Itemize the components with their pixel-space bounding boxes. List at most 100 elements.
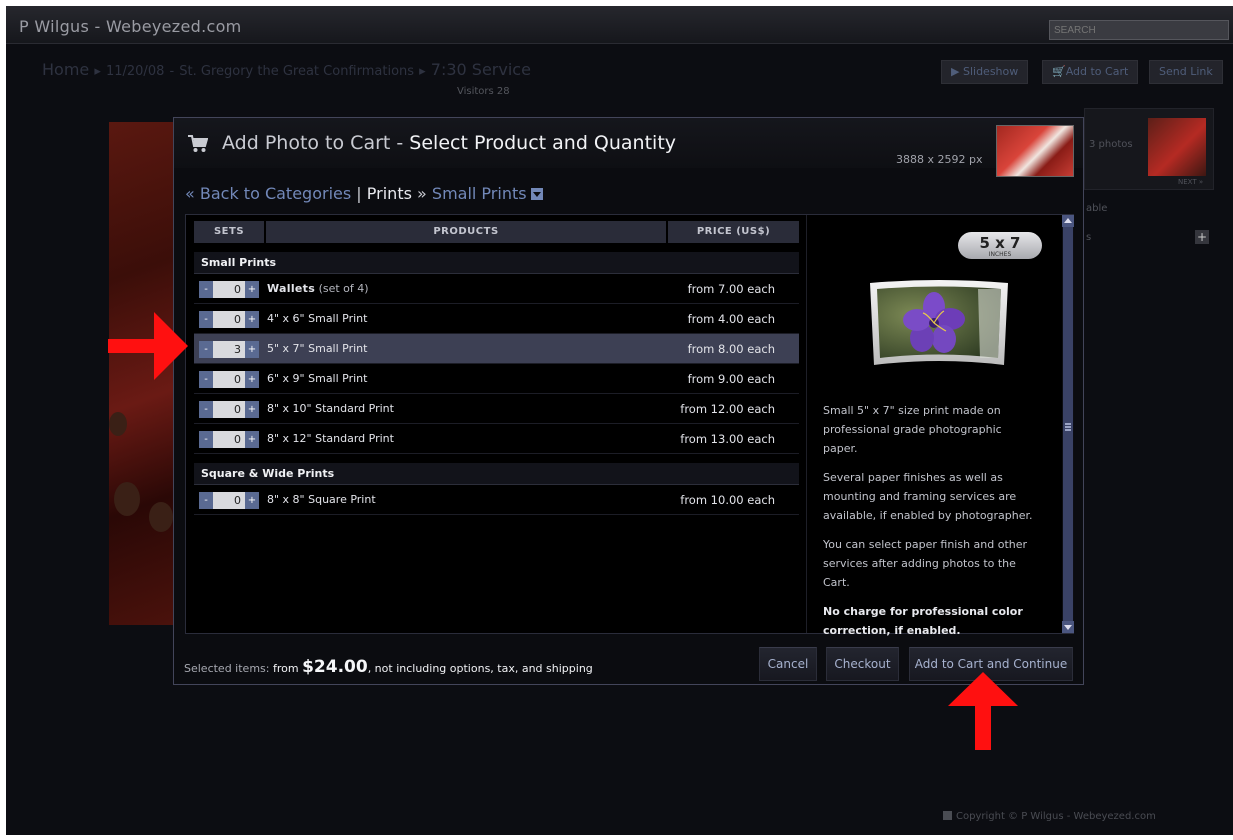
product-row[interactable]: -3 +5" x 7" Small Print from 8.00 each <box>194 334 799 364</box>
dropdown-icon[interactable] <box>530 188 543 200</box>
quantity-input[interactable]: 0 <box>213 492 245 509</box>
increment-button[interactable]: + <box>245 431 259 448</box>
decrement-button[interactable]: - <box>199 492 213 509</box>
quantity-stepper[interactable]: -0 + <box>199 401 259 418</box>
product-name: 6" x 9" Small Print <box>267 372 368 385</box>
add-to-cart-dialog: Add Photo to Cart - Select Product and Q… <box>173 117 1084 685</box>
quantity-stepper[interactable]: -0 + <box>199 281 259 298</box>
slideshow-button[interactable]: ▶ Slideshow <box>941 60 1029 84</box>
quantity-input[interactable]: 0 <box>213 431 245 448</box>
product-name: 4" x 6" Small Print <box>267 312 368 325</box>
nav-divider: | <box>356 184 362 203</box>
increment-button[interactable]: + <box>245 371 259 388</box>
product-group-header: Small Prints <box>194 252 799 274</box>
breadcrumb-separator: ▸ <box>419 64 426 79</box>
checkout-button[interactable]: Checkout <box>826 647 899 681</box>
quantity-input[interactable]: 0 <box>213 401 245 418</box>
column-products: PRODUCTS <box>266 221 666 243</box>
cart-icon: 🛒 <box>1052 65 1066 78</box>
product-detail: 5 x 7 INCHES Small 5" x 7" size print ma… <box>806 215 1056 637</box>
decrement-button[interactable]: - <box>199 371 213 388</box>
product-price: from 10.00 each <box>680 493 775 507</box>
product-row[interactable]: -0 +8" x 10" Standard Print from 12.00 eac… <box>194 394 799 424</box>
quantity-stepper[interactable]: -0 + <box>199 492 259 509</box>
product-price: from 7.00 each <box>687 282 775 296</box>
play-icon: ▶ <box>951 65 963 78</box>
scroll-up-arrow-icon[interactable] <box>1062 215 1074 227</box>
scroll-thumb[interactable] <box>1063 227 1073 621</box>
subcategory-small-prints[interactable]: Small Prints <box>432 184 527 203</box>
decrement-button[interactable]: - <box>199 311 213 328</box>
product-price: from 12.00 each <box>680 402 775 416</box>
size-badge: 5 x 7 INCHES <box>958 232 1042 259</box>
photo-thumbnail <box>996 125 1074 177</box>
page: P Wilgus - Webeyezed.com Home ▸ 11/20/08… <box>6 6 1233 835</box>
decrement-button[interactable]: - <box>199 341 213 358</box>
annotation-arrow-right-icon <box>108 312 188 380</box>
description-paragraph: No charge for professional color correct… <box>823 605 1023 637</box>
product-row[interactable]: -0 +8" x 12" Standard Print from 13.00 eac… <box>194 424 799 454</box>
increment-button[interactable]: + <box>245 281 259 298</box>
quantity-stepper[interactable]: -0 + <box>199 371 259 388</box>
breadcrumb-separator: - <box>169 64 175 79</box>
column-sets: SETS <box>194 221 264 243</box>
quantity-stepper[interactable]: -0 + <box>199 431 259 448</box>
add-to-cart-button[interactable]: 🛒Add to Cart <box>1042 60 1139 84</box>
category-navigation: « Back to Categories | Prints » Small Pr… <box>185 184 543 203</box>
product-row[interactable]: -0 +8" x 8" Square Print from 10.00 each <box>194 485 799 515</box>
size-badge-value: 5 x 7 <box>979 234 1021 252</box>
breadcrumb-current: 7:30 Service <box>430 60 531 79</box>
description-paragraph: Several paper finishes as well as mounti… <box>823 471 1033 522</box>
increment-button[interactable]: + <box>245 401 259 418</box>
cart-icon <box>188 135 208 152</box>
send-link-button[interactable]: Send Link <box>1149 60 1223 84</box>
copyright: Copyright © P Wilgus - Webeyezed.com <box>943 811 1156 822</box>
next-link[interactable]: NEXT » <box>1178 178 1203 186</box>
back-to-categories-link[interactable]: « Back to Categories <box>185 184 351 203</box>
product-name: 5" x 7" Small Print <box>267 342 368 355</box>
breadcrumb-home[interactable]: Home <box>42 60 89 79</box>
quantity-stepper[interactable]: -3 + <box>199 341 259 358</box>
product-name: 8" x 8" Square Print <box>267 493 376 506</box>
quantity-input[interactable]: 0 <box>213 371 245 388</box>
product-row[interactable]: -0 +6" x 9" Small Print from 9.00 each <box>194 364 799 394</box>
size-badge-unit: INCHES <box>988 251 1012 258</box>
total-price: $24.00 <box>302 657 368 677</box>
quantity-input[interactable]: 0 <box>213 281 245 298</box>
breadcrumb: Home ▸ 11/20/08 - St. Gregory the Great … <box>42 60 531 79</box>
decrement-button[interactable]: - <box>199 281 213 298</box>
scrollbar[interactable] <box>1062 215 1074 633</box>
breadcrumb-date[interactable]: 11/20/08 <box>106 64 164 79</box>
quantity-input[interactable]: 3 <box>213 341 245 358</box>
product-table: SETS PRODUCTS PRICE (US$) Small Prints -0… <box>194 221 799 515</box>
decrement-button[interactable]: - <box>199 401 213 418</box>
category-prints-link[interactable]: Prints <box>367 184 412 203</box>
quantity-stepper[interactable]: -0 + <box>199 311 259 328</box>
site-title[interactable]: P Wilgus - Webeyezed.com <box>19 17 242 36</box>
product-name: 8" x 10" Standard Print <box>267 402 394 415</box>
product-panel: SETS PRODUCTS PRICE (US$) Small Prints -0… <box>185 214 1074 637</box>
product-row[interactable]: -0 + Wallets (set of 4) from 7.00 each <box>194 274 799 304</box>
product-groups: Small Prints -0 + Wallets (set of 4) from 7.… <box>194 252 799 515</box>
product-price: from 9.00 each <box>687 372 775 386</box>
description-paragraph: Small 5" x 7" size print made on profess… <box>823 404 1002 455</box>
dialog-title: Add Photo to Cart - Select Product and Q… <box>222 132 677 154</box>
dialog-header: Add Photo to Cart - Select Product and Q… <box>174 118 1083 177</box>
product-price: from 8.00 each <box>687 342 775 356</box>
increment-button[interactable]: + <box>245 492 259 509</box>
product-price: from 13.00 each <box>680 432 775 446</box>
expand-button[interactable]: + <box>1195 230 1209 244</box>
background-text: s <box>1086 232 1092 243</box>
copyright-icon <box>943 811 952 820</box>
scroll-down-arrow-icon[interactable] <box>1062 621 1074 633</box>
breadcrumb-gallery[interactable]: St. Gregory the Great Confirmations <box>179 64 414 79</box>
quantity-input[interactable]: 0 <box>213 311 245 328</box>
search-input[interactable] <box>1049 20 1229 40</box>
increment-button[interactable]: + <box>245 341 259 358</box>
increment-button[interactable]: + <box>245 311 259 328</box>
decrement-button[interactable]: - <box>199 431 213 448</box>
column-price: PRICE (US$) <box>668 221 799 243</box>
cancel-button[interactable]: Cancel <box>759 647 817 681</box>
product-row[interactable]: -0 +4" x 6" Small Print from 4.00 each <box>194 304 799 334</box>
background-thumbnail[interactable] <box>1148 118 1206 176</box>
